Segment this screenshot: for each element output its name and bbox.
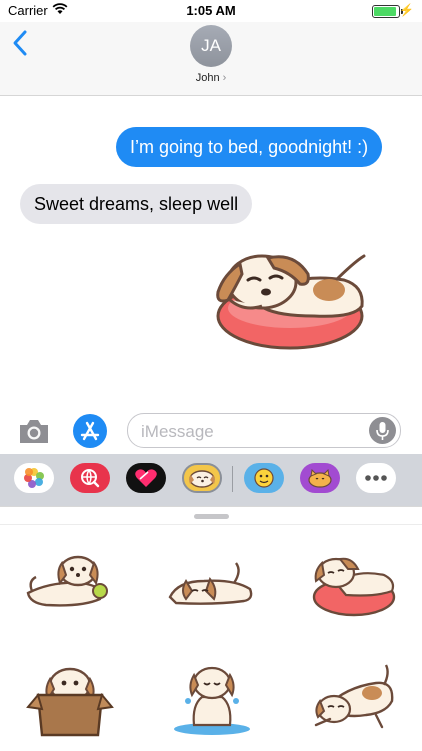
cat-icon <box>308 468 332 488</box>
camera-icon[interactable] <box>17 415 51 447</box>
status-bar: Carrier 1:05 AM ⚡ <box>0 0 422 22</box>
panel-divider <box>0 524 422 525</box>
contact-avatar[interactable]: JA <box>190 25 232 67</box>
heart-icon <box>135 469 157 487</box>
clock: 1:05 AM <box>186 3 236 18</box>
incoming-message-bubble[interactable]: Sweet dreams, sleep well <box>20 184 253 224</box>
puppy-sticker-app-button[interactable] <box>182 463 222 493</box>
puppy-stretching-sticker[interactable] <box>306 657 402 737</box>
puppy-with-tennis-ball-sticker[interactable] <box>22 541 118 621</box>
more-apps-button[interactable] <box>356 463 396 493</box>
drawer-divider <box>232 466 233 492</box>
app-store-icon <box>80 421 100 441</box>
battery-icon <box>372 5 403 18</box>
app-store-button[interactable] <box>73 414 107 448</box>
puppy-on-red-cushion-sticker[interactable] <box>306 541 402 621</box>
cat-sticker-app-button[interactable] <box>300 463 340 493</box>
photos-icon <box>24 468 44 488</box>
puppy-lying-down-sticker[interactable] <box>164 547 260 627</box>
input-placeholder: iMessage <box>141 422 214 441</box>
imessage-input[interactable]: iMessage <box>127 413 401 448</box>
contact-name-button[interactable]: John › <box>0 72 422 84</box>
compose-bar: iMessage <box>0 410 422 454</box>
contact-name: John <box>195 72 220 84</box>
sticker-panel <box>0 506 422 751</box>
imessage-app-drawer <box>0 454 422 506</box>
outgoing-message-bubble[interactable]: I’m going to bed, goodnight! :) <box>116 127 383 167</box>
back-chevron-icon[interactable] <box>10 28 32 58</box>
web-images-app-button[interactable] <box>70 463 110 493</box>
microphone-icon <box>376 422 389 440</box>
puppy-sleeping-on-cushion-sticker[interactable] <box>204 234 384 356</box>
photos-app-button[interactable] <box>14 463 54 493</box>
puppy-face-icon <box>189 470 215 488</box>
puppy-crying-sticker[interactable] <box>164 655 260 735</box>
digital-touch-app-button[interactable] <box>126 463 166 493</box>
dictation-button[interactable] <box>369 417 396 444</box>
ellipsis-icon <box>365 475 387 481</box>
emoji-face-icon <box>254 468 274 488</box>
charging-bolt-icon: ⚡ <box>399 3 414 17</box>
chevron-right-icon: › <box>222 72 227 84</box>
emoji-sticker-app-button[interactable] <box>244 463 284 493</box>
globe-search-icon <box>81 469 100 488</box>
conversation-header: JA John › <box>0 22 422 96</box>
puppy-in-cardboard-box-sticker[interactable] <box>22 657 118 737</box>
panel-grabber-handle[interactable] <box>194 514 229 519</box>
